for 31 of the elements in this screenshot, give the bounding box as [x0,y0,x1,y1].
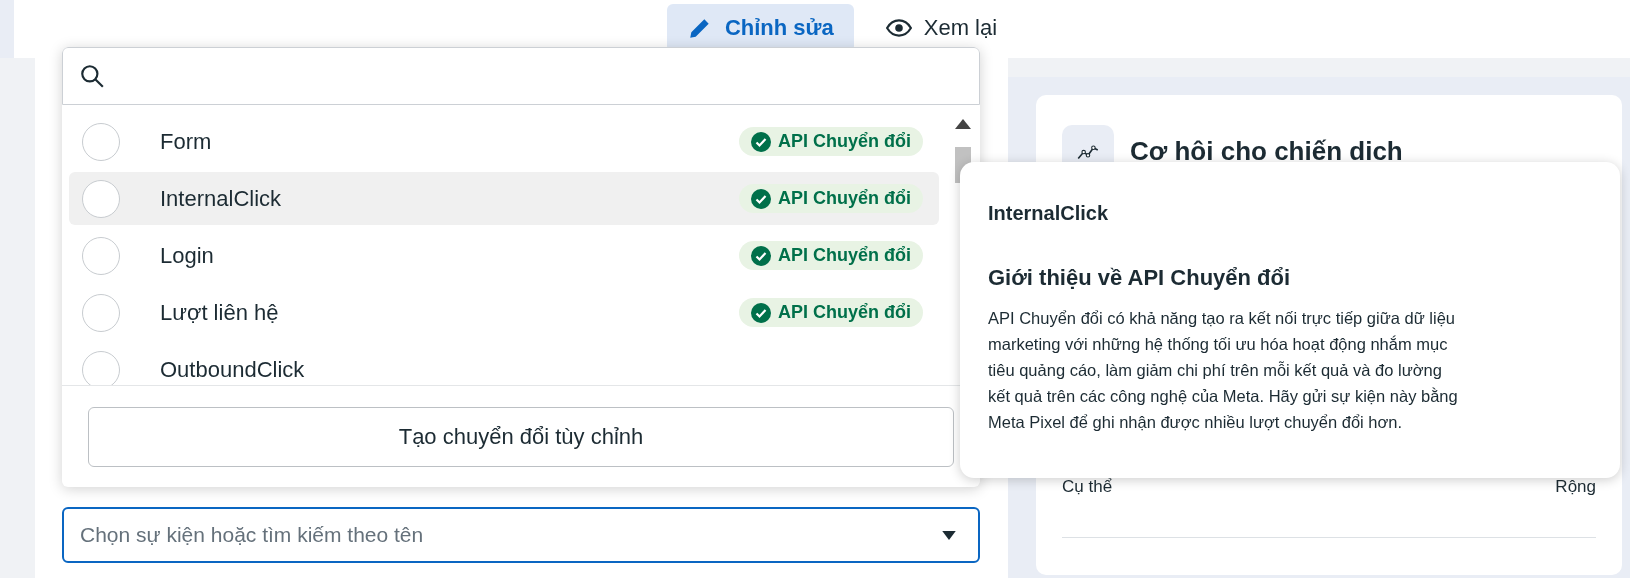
radio-button[interactable] [82,122,120,161]
check-icon [751,245,771,266]
status-badge: API Chuyển đổi [739,184,923,213]
search-field[interactable] [62,47,980,105]
status-badge: API Chuyển đổi [739,127,923,156]
create-custom-conversion-button[interactable]: Tạo chuyển đổi tùy chỉnh [88,406,954,467]
search-icon [79,63,105,89]
caret-icon [942,530,956,540]
radio-button[interactable] [82,236,120,275]
event-option[interactable]: OutboundClick [69,343,939,385]
status-badge: API Chuyển đổi [739,298,923,327]
status-badge: API Chuyển đổi [739,241,923,270]
event-option[interactable]: Login API Chuyển đổi [69,229,939,282]
event-select-field[interactable]: Chọn sự kiện hoặc tìm kiếm theo tên [62,507,980,563]
radio-button[interactable] [82,293,120,332]
scale-label: Cụ thể [1062,477,1113,497]
check-icon [751,188,771,209]
event-option[interactable]: InternalClick API Chuyển đổi [69,172,939,225]
event-option[interactable]: Lượt liên hệ API Chuyển đổi [69,286,939,339]
tooltip-title: InternalClick [988,202,1110,225]
radio-button[interactable] [82,179,120,218]
tab[interactable]: Xem lại [865,4,1018,52]
event-option[interactable]: Form API Chuyển đổi [69,115,939,168]
scroll-up-icon[interactable] [954,119,971,129]
radio-button[interactable] [82,350,120,385]
scale-label: Rộng [1555,477,1596,497]
card-title: Cơ hội cho chiến dịch [1130,135,1403,167]
tooltip-heading: Giới thiệu về API Chuyển đổi [988,265,1292,291]
check-icon [751,131,771,152]
check-icon [751,302,771,323]
tooltip-text: API Chuyển đổi có khả năng tạo ra kết nối trực tiếp giữa dữ liệu marketing với những hệ thống tối ưu hóa hoạt động nhắm mục tiêu quảng cáo, làm giảm chi phí trên mỗi kết quả và đo lường kết quả trên các công nghệ của Meta. Hãy gửi sự kiện này bằng Meta Pixel để ghi nhận được nhiều lượt chuyển đổi hơn. [988,308,1458,433]
